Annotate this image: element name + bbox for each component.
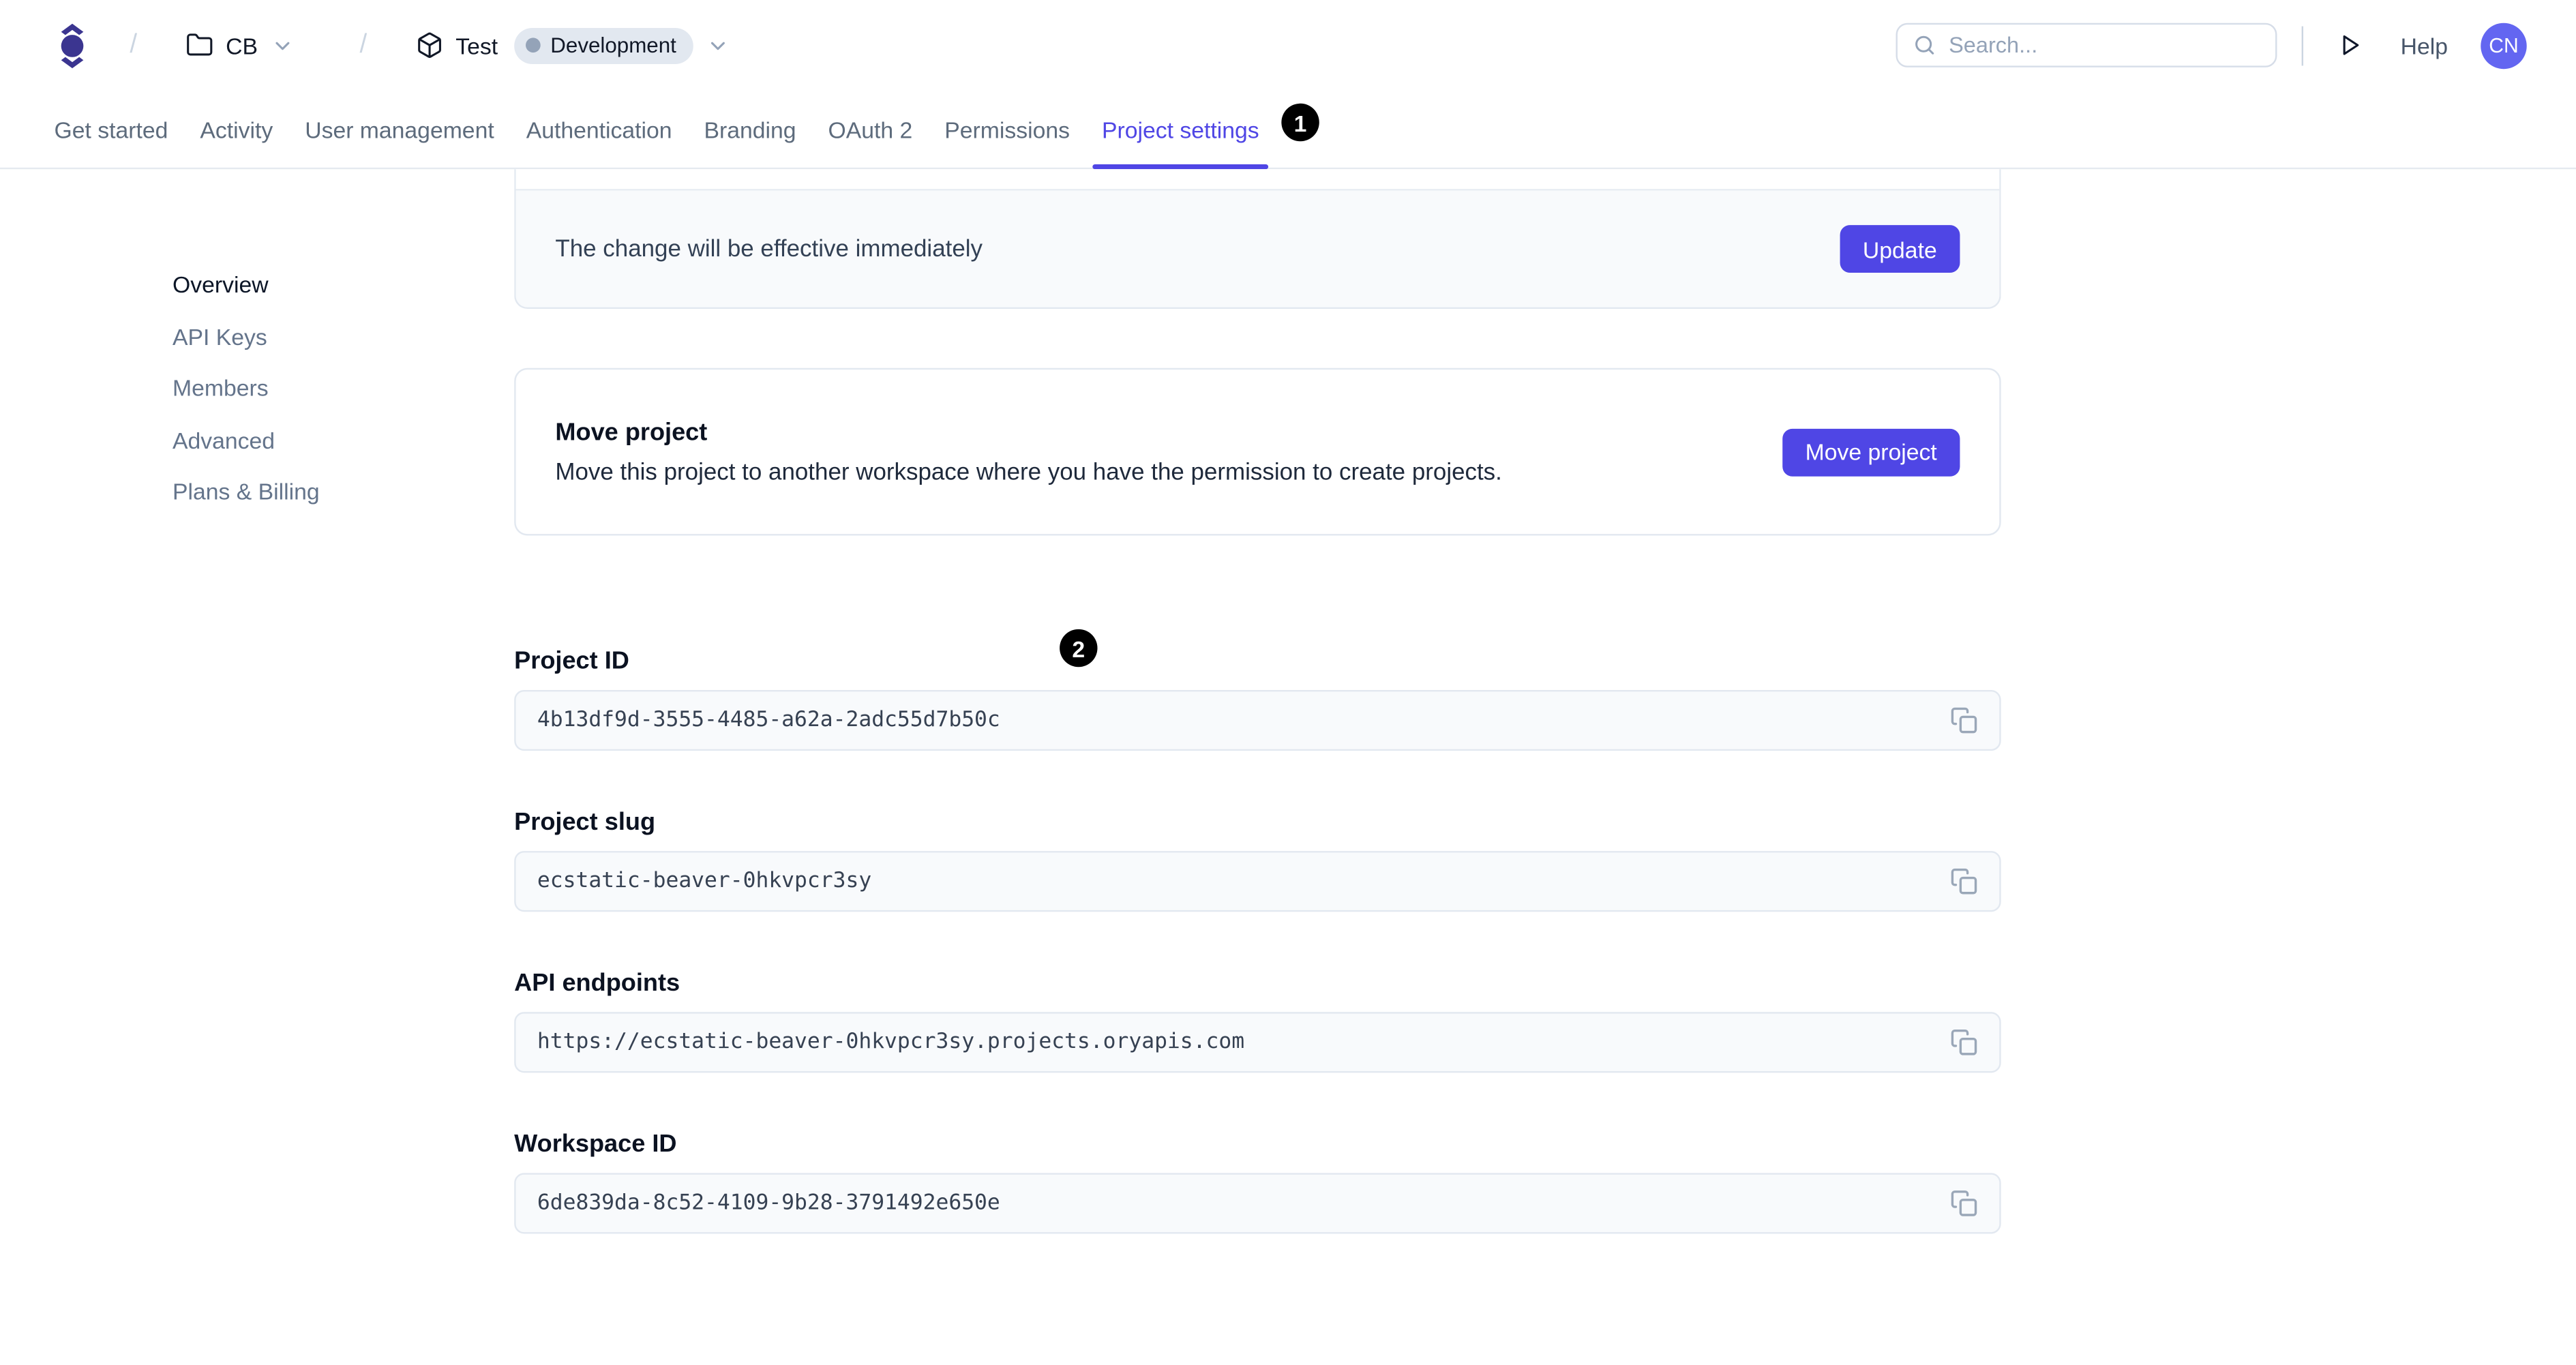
project-id-section: Project ID 4b13df9d-3555-4485-a62a-2adc5… — [514, 647, 2001, 751]
sidebar-item-overview[interactable]: Overview — [173, 273, 485, 296]
app-root: / CB / Test Development Search... Help C… — [0, 0, 2576, 1365]
api-endpoints-label: API endpoints — [514, 969, 680, 997]
breadcrumb-workspace[interactable]: CB — [186, 31, 294, 59]
folder-icon — [186, 31, 214, 59]
tab-branding[interactable]: Branding — [704, 91, 796, 168]
settings-sidebar: Overview API Keys Members Advanced Plans… — [173, 168, 485, 532]
project-slug-field: ecstatic-beaver-0hkvpcr3sy — [514, 851, 2001, 912]
sidebar-item-members[interactable]: Members — [173, 376, 485, 400]
project-id-value: 4b13df9d-3555-4485-a62a-2adc55d7b50c — [537, 708, 1000, 733]
update-button[interactable]: Update — [1840, 225, 1960, 273]
active-tab-indicator — [1092, 163, 1270, 170]
project-slug-label: Project slug — [514, 808, 656, 837]
copy-icon — [1950, 1189, 1978, 1217]
copy-button[interactable] — [1950, 706, 1978, 734]
copy-icon — [1950, 706, 1978, 734]
environment-dot-icon — [526, 38, 541, 53]
environment-label: Development — [550, 33, 676, 58]
play-icon — [2337, 31, 2365, 59]
chevron-down-icon — [271, 33, 294, 57]
project-slug-value: ecstatic-beaver-0hkvpcr3sy — [537, 869, 872, 894]
tab-authentication[interactable]: Authentication — [526, 91, 672, 168]
copy-icon — [1950, 1028, 1978, 1056]
update-card-message: The change will be effective immediately — [555, 235, 983, 262]
project-name: Test — [455, 31, 498, 59]
move-project-card: Move project Move this project to anothe… — [514, 368, 2001, 536]
project-info-sections: Project ID 4b13df9d-3555-4485-a62a-2adc5… — [514, 647, 2001, 1234]
annotation-badge-2: 2 — [1060, 629, 1098, 668]
workspace-id-section: Workspace ID 6de839da-8c52-4109-9b28-379… — [514, 1130, 2001, 1234]
header-divider — [2302, 25, 2304, 65]
sidebar-item-plans-billing[interactable]: Plans & Billing — [173, 480, 485, 503]
ory-logo-icon[interactable] — [55, 20, 91, 70]
copy-button[interactable] — [1950, 1189, 1978, 1217]
search-box[interactable] — [1896, 22, 2277, 68]
move-project-description: Move this project to another workspace w… — [555, 459, 1502, 485]
app-header: / CB / Test Development Search... Help C… — [0, 0, 2576, 91]
tab-project-settings-label: Project settings — [1101, 115, 1259, 142]
breadcrumb-separator: / — [130, 30, 138, 59]
api-endpoints-value: https://ecstatic-beaver-0hkvpcr3sy.proje… — [537, 1030, 1245, 1055]
avatar[interactable]: CN — [2481, 22, 2527, 68]
search-icon — [1913, 33, 1937, 57]
api-endpoints-section: API endpoints https://ecstatic-beaver-0h… — [514, 970, 2001, 1073]
environment-badge: Development — [514, 27, 693, 63]
workspace-id-label: Workspace ID — [514, 1130, 677, 1158]
project-slug-section: Project slug ecstatic-beaver-0hkvpcr3sy — [514, 808, 2001, 912]
main-content: The change will be effective immediately… — [514, 169, 2001, 1291]
tab-project-settings[interactable]: Project settings — [1092, 91, 1270, 170]
move-project-button[interactable]: Move project — [1782, 427, 1960, 476]
copy-icon — [1950, 867, 1978, 895]
tab-user-management[interactable]: User management — [305, 91, 494, 168]
update-card-footer: The change will be effective immediately… — [515, 189, 2000, 308]
workspace-id-field: 6de839da-8c52-4109-9b28-3791492e650e — [514, 1173, 2001, 1234]
project-id-label: Project ID — [514, 647, 629, 676]
tab-permissions[interactable]: Permissions — [944, 91, 1070, 168]
update-card: The change will be effective immediately… — [514, 169, 2001, 309]
sidebar-item-advanced[interactable]: Advanced — [173, 428, 485, 451]
search-input[interactable] — [1949, 33, 2263, 58]
package-icon — [416, 31, 444, 59]
tab-oauth2[interactable]: OAuth 2 — [828, 91, 913, 168]
sidebar-item-api-keys[interactable]: API Keys — [173, 325, 485, 348]
breadcrumb-separator: / — [359, 30, 368, 59]
api-endpoints-field: https://ecstatic-beaver-0hkvpcr3sy.proje… — [514, 1012, 2001, 1073]
annotation-badge-1: 1 — [1281, 103, 1319, 142]
project-id-field: 4b13df9d-3555-4485-a62a-2adc55d7b50c — [514, 689, 2001, 751]
copy-button[interactable] — [1950, 867, 1978, 895]
update-card-body — [515, 169, 2000, 190]
move-project-title: Move project — [555, 418, 708, 447]
help-link[interactable]: Help — [2401, 32, 2448, 59]
tab-activity[interactable]: Activity — [200, 91, 273, 168]
play-button[interactable] — [2337, 31, 2365, 59]
tab-get-started[interactable]: Get started — [55, 91, 168, 168]
breadcrumb-project[interactable]: Test Development — [416, 27, 729, 63]
chevron-down-icon — [706, 33, 729, 57]
copy-button[interactable] — [1950, 1028, 1978, 1056]
workspace-name: CB — [226, 31, 258, 59]
workspace-id-value: 6de839da-8c52-4109-9b28-3791492e650e — [537, 1190, 1000, 1216]
